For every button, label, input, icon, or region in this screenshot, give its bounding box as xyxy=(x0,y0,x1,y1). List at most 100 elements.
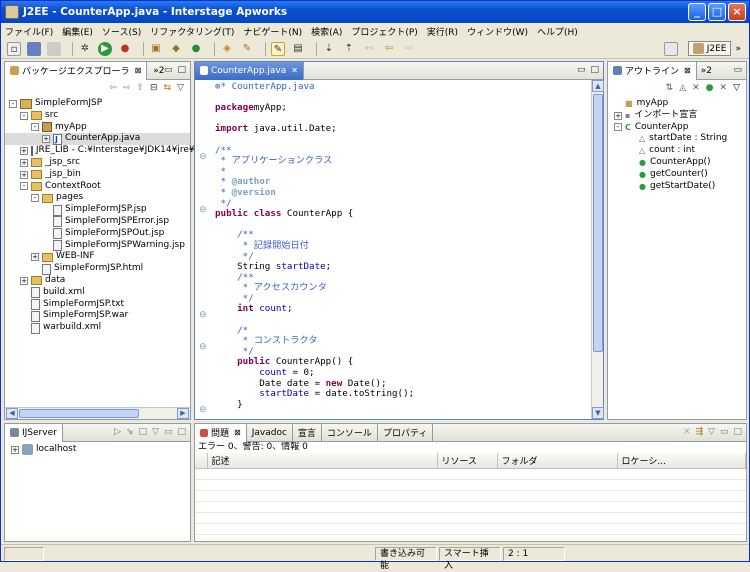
view-menu-icon[interactable]: ▽ xyxy=(152,427,159,437)
tab-ijserver[interactable]: IJServer xyxy=(5,423,63,442)
menu-item[interactable]: ウィンドウ(W) xyxy=(467,25,528,38)
new-class-icon[interactable]: ● xyxy=(189,42,203,56)
menu-item[interactable]: リファクタリング(T) xyxy=(150,25,234,38)
search-icon[interactable]: ✎ xyxy=(240,42,254,56)
delete-icon[interactable]: ✕ xyxy=(683,427,691,437)
tab-counterapp-java[interactable]: CounterApp.java ✕ xyxy=(195,61,304,80)
outline-item[interactable]: ● getCounter() xyxy=(608,169,746,181)
code-area[interactable]: ⊕* CounterApp.java packagemyApp; import ja… xyxy=(195,80,591,419)
expand-icon[interactable]: + xyxy=(20,276,28,285)
collapse-all-icon[interactable]: ⊟ xyxy=(150,83,158,93)
vertical-scroll-thumb[interactable] xyxy=(593,94,603,352)
column-header[interactable]: 記述 xyxy=(207,453,438,469)
expand-icon[interactable]: + xyxy=(31,253,39,262)
minimize-view-icon[interactable]: ▭ xyxy=(164,427,173,437)
scroll-up-icon[interactable]: ▲ xyxy=(592,80,604,92)
view-menu-icon[interactable]: ▽ xyxy=(733,83,740,93)
menu-item[interactable]: ソース(S) xyxy=(102,25,141,38)
hide-static-icon[interactable]: ✕ xyxy=(692,83,700,93)
maximize-view-icon[interactable]: □ xyxy=(590,65,599,75)
filter-icon[interactable]: ⇶ xyxy=(696,427,704,437)
back-nav-icon[interactable]: ⇦ xyxy=(109,83,117,93)
expand-icon[interactable]: + xyxy=(614,111,622,120)
column-header[interactable]: ロケーシ... xyxy=(617,453,746,469)
fold-icon[interactable]: ⊖ xyxy=(199,152,207,162)
expand-icon[interactable]: + xyxy=(42,135,50,144)
minimize-view-icon[interactable]: ▭ xyxy=(164,65,173,75)
outline-item[interactable]: ● getStartDate() xyxy=(608,181,746,193)
menu-item[interactable]: 実行(R) xyxy=(427,25,458,38)
run-icon[interactable]: ▶ xyxy=(98,41,112,56)
expand-icon[interactable]: + xyxy=(20,158,28,167)
sort-icon[interactable]: ⇅ xyxy=(666,83,674,93)
more-perspectives-icon[interactable]: » xyxy=(735,44,741,54)
prev-annotation-icon[interactable]: ⇡ xyxy=(342,42,356,56)
minimize-view-icon[interactable]: ▭ xyxy=(720,427,729,437)
maximize-button[interactable]: □ xyxy=(708,3,726,21)
menu-item[interactable]: 検索(A) xyxy=(311,25,342,38)
debug-icon[interactable]: ✲ xyxy=(78,42,92,56)
back-icon[interactable]: ⇦ xyxy=(382,42,396,56)
forward-icon[interactable]: ⇨ xyxy=(402,42,416,56)
expand-icon[interactable]: + xyxy=(11,445,19,454)
tree-item[interactable]: - src xyxy=(5,110,190,122)
scroll-right-icon[interactable]: ▶ xyxy=(177,408,189,419)
maximize-view-icon[interactable]: □ xyxy=(177,65,186,75)
menu-item[interactable]: プロジェクト(P) xyxy=(351,25,417,38)
close-tab-icon[interactable]: ✕ xyxy=(291,66,298,75)
column-header[interactable]: フォルダ xyxy=(497,453,618,469)
tree-item[interactable]: + _jsp_src xyxy=(5,157,190,169)
close-tab-icon[interactable]: ⊠ xyxy=(234,428,241,437)
maximize-view-icon[interactable]: □ xyxy=(177,427,186,437)
horizontal-scroll-thumb[interactable] xyxy=(19,409,139,418)
perspective-j2ee-button[interactable]: J2EE xyxy=(687,41,732,56)
tree-item[interactable]: + JRE_LIB - C:¥Interstage¥JDK14¥jre¥ xyxy=(5,145,195,157)
minimize-view-icon[interactable]: ▭ xyxy=(733,65,742,75)
expand-icon[interactable]: - xyxy=(31,123,39,132)
outline-item[interactable]: + ▪ インポート宣言 xyxy=(608,110,746,122)
menu-item[interactable]: 編集(E) xyxy=(62,25,93,38)
minimize-view-icon[interactable]: ▭ xyxy=(577,65,586,75)
close-tab-icon[interactable]: ⊠ xyxy=(684,66,691,75)
tab-outline[interactable]: アウトライン ⊠ xyxy=(608,61,697,80)
column-header-icon[interactable] xyxy=(195,453,208,469)
outline-item[interactable]: △ startDate : String xyxy=(608,133,746,145)
tree-item-localhost[interactable]: + localhost xyxy=(5,444,190,456)
new-project-icon[interactable]: ▣ xyxy=(149,42,163,56)
expand-icon[interactable]: - xyxy=(20,182,28,191)
tree-item[interactable]: SimpleFormJSP.html xyxy=(5,263,190,275)
expand-icon[interactable]: - xyxy=(9,99,17,108)
hidden-tabs-indicator[interactable]: »2 xyxy=(697,66,712,76)
next-annotation-icon[interactable]: ⇣ xyxy=(322,42,336,56)
expand-icon[interactable]: - xyxy=(614,123,622,132)
tree-item[interactable]: + CounterApp.java xyxy=(5,133,190,146)
scroll-down-icon[interactable]: ▼ xyxy=(592,407,604,419)
open-type-icon[interactable]: ◈ xyxy=(220,42,234,56)
new-package-icon[interactable]: ◆ xyxy=(169,42,183,56)
expand-icon[interactable]: - xyxy=(31,194,39,203)
tree-item[interactable]: SimpleFormJSPOut.jsp xyxy=(5,228,190,240)
hide-local-types-icon[interactable]: ✕ xyxy=(720,83,728,93)
tree-item[interactable]: SimpleFormJSP.jsp xyxy=(5,204,190,216)
tree-item[interactable]: SimpleFormJSPError.jsp xyxy=(5,216,190,228)
column-header[interactable]: リソース xyxy=(437,453,498,469)
fold-icon[interactable]: ⊖ xyxy=(199,342,207,352)
tab-package-explorer[interactable]: パッケージエクスプローラ ⊠ xyxy=(5,61,148,80)
outline-item[interactable]: ■ myApp xyxy=(608,98,746,110)
open-perspective-icon[interactable] xyxy=(663,41,678,56)
tree-item[interactable]: SimpleFormJSP.war xyxy=(5,310,190,322)
minimize-button[interactable]: _ xyxy=(688,3,706,21)
tab-console[interactable]: コンソール xyxy=(322,423,378,442)
tab-properties[interactable]: プロパティ xyxy=(378,423,434,442)
tree-item[interactable]: - SimpleFormJSP xyxy=(5,98,190,110)
vertical-scrollbar[interactable]: ▲ ▼ xyxy=(591,80,604,419)
menu-item[interactable]: ファイル(F) xyxy=(5,25,53,38)
tab-problems[interactable]: 問題 ⊠ xyxy=(195,423,247,442)
hidden-tabs-indicator[interactable]: »2 xyxy=(147,66,164,76)
menu-item[interactable]: ヘルプ(H) xyxy=(537,25,578,38)
stop-server-icon[interactable]: □ xyxy=(139,427,148,437)
menu-item[interactable]: ナビゲート(N) xyxy=(243,25,302,38)
hide-fields-icon[interactable]: ◬ xyxy=(679,83,686,93)
horizontal-scrollbar[interactable]: ◀ ▶ xyxy=(5,407,190,419)
tree-item[interactable]: + data xyxy=(5,275,190,287)
